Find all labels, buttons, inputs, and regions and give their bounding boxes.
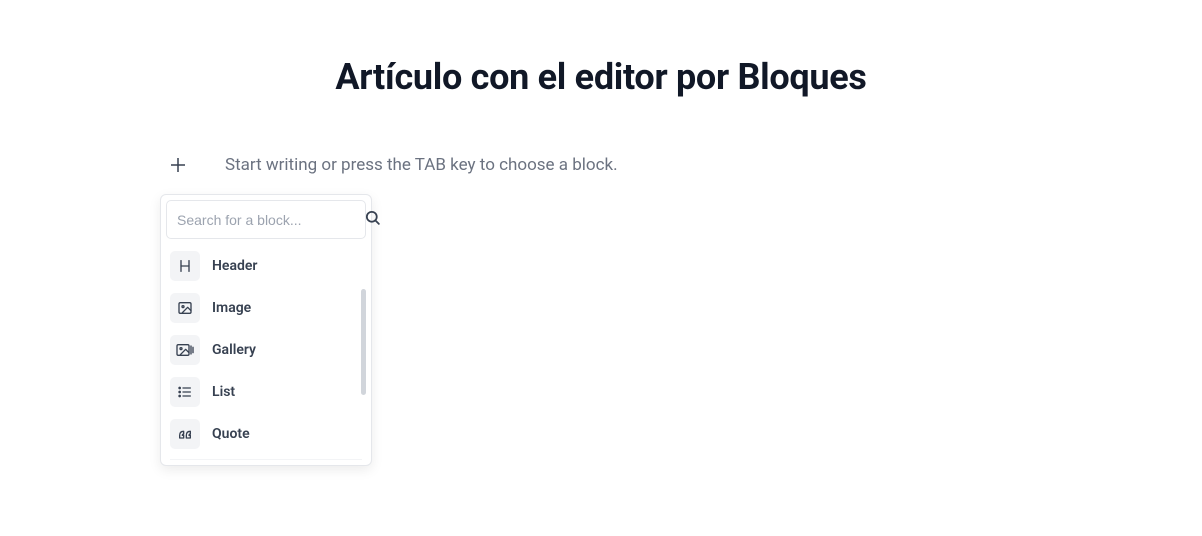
editor-line: Start writing or press the TAB key to ch… — [165, 152, 1202, 178]
list-icon — [170, 377, 200, 407]
gallery-icon — [170, 335, 200, 365]
plus-icon — [170, 157, 186, 173]
block-search-box — [166, 200, 366, 239]
quote-icon — [170, 419, 200, 449]
add-block-button[interactable] — [165, 152, 191, 178]
block-item-label: Quote — [212, 426, 250, 442]
image-icon — [170, 293, 200, 323]
block-item-label: Image — [212, 300, 251, 316]
block-chooser-popover: Header Image — [160, 194, 372, 466]
block-item-label: List — [212, 384, 235, 400]
scrollbar-thumb[interactable] — [361, 289, 366, 395]
divider — [170, 459, 362, 460]
block-item-quote[interactable]: Quote — [166, 413, 366, 455]
block-item-image[interactable]: Image — [166, 287, 366, 329]
block-search-input[interactable] — [177, 212, 358, 228]
page-title: Artículo con el editor por Bloques — [0, 56, 1202, 98]
search-icon — [364, 209, 381, 230]
block-item-gallery[interactable]: Gallery — [166, 329, 366, 371]
block-item-label: Header — [212, 258, 257, 274]
block-list: Header Image — [166, 245, 366, 455]
block-item-list[interactable]: List — [166, 371, 366, 413]
block-item-label: Gallery — [212, 342, 256, 358]
block-item-header[interactable]: Header — [166, 245, 366, 287]
heading-icon — [170, 251, 200, 281]
editor-placeholder[interactable]: Start writing or press the TAB key to ch… — [225, 155, 618, 175]
